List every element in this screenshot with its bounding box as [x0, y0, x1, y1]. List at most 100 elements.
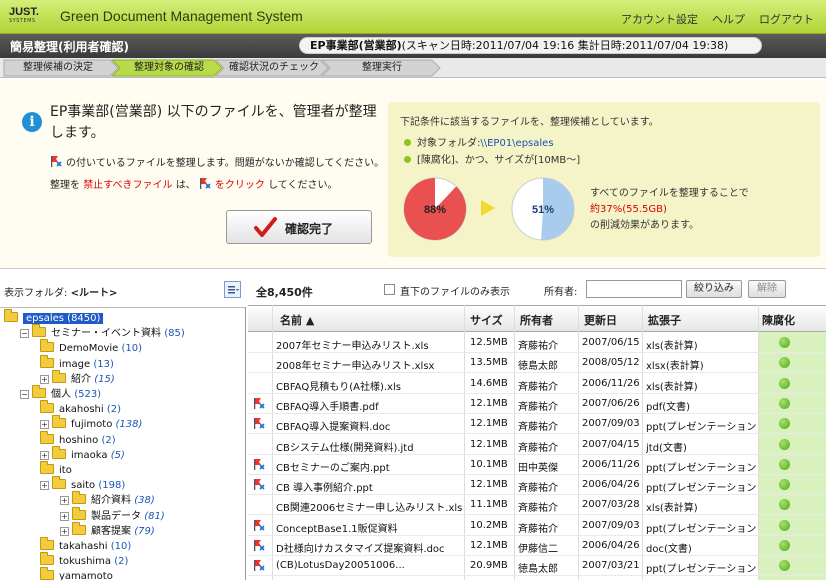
cleanup-flag-icon[interactable] [253, 539, 266, 552]
col-updated[interactable]: 更新日 [584, 312, 617, 328]
cell-name: 2007年セミナー申込みリスト.xls [276, 341, 429, 352]
cell-name: D社様向けカスタマイズ提案資料.doc [276, 544, 445, 555]
main-message: EP事業部(営業部) 以下のファイルを、管理者が整理します。 [50, 104, 377, 141]
col-obsolete[interactable]: 陳腐化 [762, 312, 795, 328]
table-row[interactable]: 2008年セミナー申込みリスト.xlsx 13.5MB 徳島太郎 2008/05/12… [248, 353, 826, 374]
obsolete-status-icon [779, 377, 790, 389]
cell-name: ConceptBase1.1販促資料 [276, 523, 398, 535]
tree-node[interactable]: yamamoto [40, 567, 113, 580]
tree-node-count: (79) [134, 525, 155, 537]
tree-node-label: takahashi [59, 541, 108, 552]
collapse-toggle[interactable]: − [20, 390, 29, 399]
folder-icon [32, 324, 46, 338]
tree-node-count: (85) [164, 328, 185, 340]
cell-owner: 徳島太郎 [518, 564, 558, 576]
expand-toggle[interactable]: + [60, 526, 69, 536]
cell-owner: 斉藤祐介 [518, 401, 558, 413]
message-line-1-text: の付いているファイルを整理します。問題がないか確認してください。 [66, 158, 385, 169]
folder-path-link[interactable]: \\EP01\epsales [480, 138, 553, 149]
cell-date: 2007/09/03 [582, 519, 640, 531]
obsolete-status-icon [779, 540, 790, 551]
tree-menu-button[interactable] [224, 281, 241, 298]
expand-toggle[interactable]: + [60, 511, 69, 521]
expand-toggle[interactable]: + [40, 450, 49, 460]
cell-date: 2006/11/26 [582, 377, 640, 389]
tree-node-label: hoshino [59, 434, 99, 446]
table-row[interactable]: CBFAQ導入手順書.pdf 12.1MB 斉藤祐介 2007/06/26 pdf(文書… [248, 394, 826, 414]
table-row[interactable]: CBセミナーのご案内.ppt 10.1MB 田中英傑 2006/11/26 ppt(プレ… [248, 455, 826, 475]
bullet-icon [404, 139, 411, 146]
table-row[interactable]: (CB)LotusDay20051006... 20.9MB 徳島太郎 2007/03… [248, 556, 826, 577]
table-row[interactable]: CB関連2006セミナー申し込みリスト.xls 11.1MB 斉藤祐介 2007/03… [248, 495, 826, 516]
cleanup-flag-icon[interactable] [253, 478, 266, 491]
clear-button[interactable]: 解除 [748, 280, 786, 298]
col-owner[interactable]: 所有者 [520, 312, 553, 328]
collapse-toggle[interactable]: − [20, 329, 29, 339]
company-logo: JUST. SYSTEMS [9, 6, 47, 28]
tree-node-count: (2) [106, 404, 122, 416]
tree-node-label: 製品データ [91, 510, 141, 522]
tree-root-count: (8450) [67, 313, 101, 324]
page-title: 簡易整理(利用者確認) [10, 40, 129, 54]
info-icon: i [22, 112, 42, 132]
cell-owner: 斉藤祐介 [518, 442, 558, 454]
table-row[interactable]: ConceptBase1.1販促資料 10.2MB 斉藤祐介 2007/09/03 pp… [248, 516, 826, 536]
folder-icon [52, 476, 66, 490]
folder-icon [72, 506, 86, 520]
folder-icon [72, 521, 86, 535]
scan-dates: (スキャン日時:2011/07/04 19:16 集計日時:2011/07/04… [401, 39, 729, 52]
tree-node-count: (10) [121, 343, 143, 355]
condition-criteria: [陳腐化]、かつ、サイズが[10MB〜] [404, 151, 580, 166]
tree-node-label: image [59, 358, 91, 370]
cell-name: (CB)LotusDay20051006... [276, 560, 405, 572]
display-folder-label: 表示フォルダ: [4, 288, 68, 299]
top-bar: JUST. SYSTEMS Green Document Management … [0, 0, 826, 34]
cleanup-flag-icon[interactable] [253, 397, 266, 410]
cleanup-flag-icon[interactable] [253, 519, 266, 532]
cell-date: 2007/06/26 [582, 397, 640, 409]
table-row[interactable]: CB 導入事例紹介.ppt 12.1MB 斉藤祐介 2006/04/26 ppt(プレゼ… [248, 475, 826, 496]
table-row[interactable]: D社様向けカスタマイズ提案資料.doc 12.1MB 伊藤信二 2006/04/26 d… [248, 536, 826, 556]
cell-extension: xls(表計算) [646, 503, 698, 515]
col-size[interactable]: サイズ [470, 312, 503, 328]
folder-icon [40, 400, 54, 414]
col-extension[interactable]: 拡張子 [648, 312, 681, 328]
expand-toggle[interactable]: + [40, 481, 49, 491]
logout-link[interactable]: ログアウト [759, 11, 814, 27]
expand-toggle[interactable]: + [60, 496, 69, 506]
tree-label: 表示フォルダ: <ルート> [4, 284, 117, 299]
filter-button[interactable]: 絞り込み [686, 280, 742, 298]
tree-node-label: 個人 [51, 389, 71, 400]
top-links: アカウント設定 ヘルプ ログアウト [621, 11, 814, 27]
cell-extension: ppt(プレゼンテーション) [646, 422, 756, 434]
folder-icon [40, 552, 54, 566]
table-row[interactable]: 2007年セミナー申込みリスト.xls 12.5MB 斉藤祐介 2007/06/15 x… [248, 333, 826, 353]
owner-input[interactable] [586, 280, 682, 298]
help-link[interactable]: ヘルプ [712, 11, 745, 27]
tree-node-label: 紹介 [71, 373, 91, 385]
scan-info: EP事業部(営業部)(スキャン日時:2011/07/04 19:16 集計日時:… [299, 37, 762, 54]
cell-extension: xlsx(表計算) [646, 361, 704, 373]
expand-toggle[interactable]: + [40, 420, 49, 430]
table-row[interactable]: CBFAQ見積もり(A社様).xls 14.6MB 斉藤祐介 2006/11/26 xl… [248, 374, 826, 394]
cell-owner: 伊藤信二 [518, 544, 558, 555]
cell-size: 11.1MB [470, 499, 508, 511]
table-row[interactable]: CBFAQ導入提案資料.doc 12.1MB 斉藤祐介 2007/09/03 ppt(プ… [248, 414, 826, 435]
logo-text: JUST. [9, 6, 39, 18]
cell-name: CBシステム仕様(開発資料).jtd [276, 442, 414, 454]
effect-line-1: すべてのファイルを整理することで [590, 188, 749, 199]
confirm-complete-button[interactable]: 確認完了 [226, 210, 372, 244]
cleanup-flag-icon[interactable] [253, 417, 266, 430]
account-settings-link[interactable]: アカウント設定 [621, 11, 698, 27]
expand-toggle[interactable]: + [40, 374, 49, 384]
cell-size: 12.1MB [470, 540, 508, 551]
cleanup-flag-icon[interactable] [253, 559, 266, 572]
table-row[interactable]: CBシステム仕様(開発資料).jtd 12.1MB 斉藤祐介 2007/04/15 jt… [248, 435, 826, 455]
cell-date: 2006/04/26 [582, 540, 640, 551]
arrow-icon [481, 200, 495, 216]
col-name[interactable]: 名前 ▲ [280, 312, 314, 328]
tree-node-count: (38) [134, 495, 155, 507]
cleanup-flag-icon[interactable] [253, 458, 266, 471]
root-label: <ルート> [70, 288, 118, 299]
only-direct-checkbox[interactable] [384, 284, 395, 295]
